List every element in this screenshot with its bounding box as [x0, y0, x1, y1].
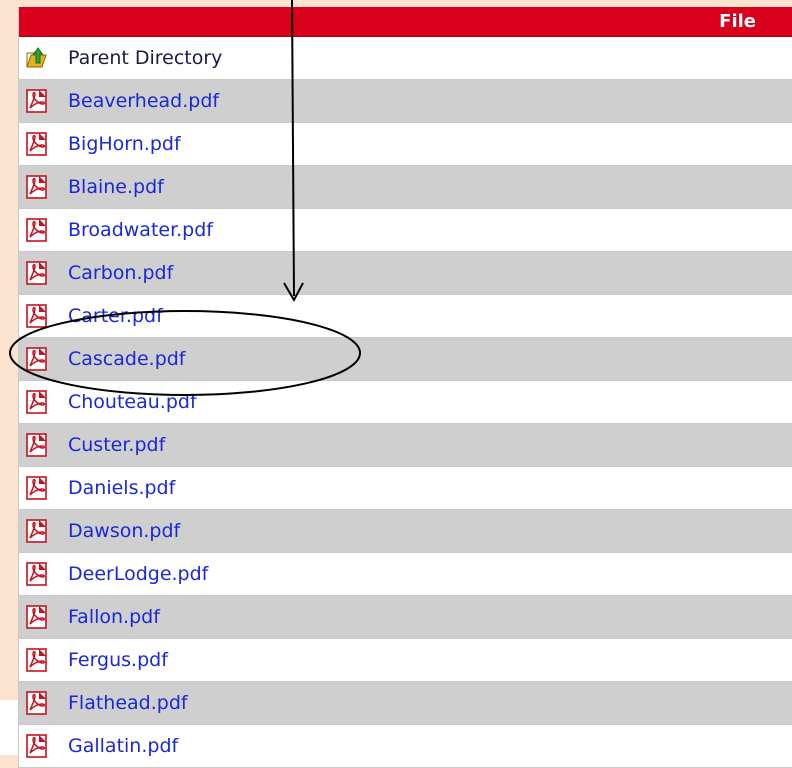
file-link[interactable]: Blaine.pdf: [68, 176, 164, 198]
file-row[interactable]: Dawson.pdf: [19, 510, 792, 553]
file-link[interactable]: Custer.pdf: [68, 434, 165, 456]
pdf-icon[interactable]: [24, 175, 50, 199]
file-link[interactable]: Gallatin.pdf: [68, 735, 178, 757]
file-list: Parent Directory Beaverhead.pdf BigHorn.pd…: [19, 37, 792, 768]
file-link[interactable]: Chouteau.pdf: [68, 391, 197, 413]
file-link[interactable]: Fallon.pdf: [68, 606, 160, 628]
file-row[interactable]: Gallatin.pdf: [19, 725, 792, 768]
file-link[interactable]: Cascade.pdf: [68, 348, 186, 370]
file-column-header[interactable]: File: [719, 11, 756, 32]
file-link[interactable]: Carbon.pdf: [68, 262, 173, 284]
file-row[interactable]: Carter.pdf: [19, 295, 792, 338]
file-link[interactable]: BigHorn.pdf: [68, 133, 181, 155]
pdf-icon[interactable]: [24, 390, 50, 414]
pdf-icon[interactable]: [24, 218, 50, 242]
file-row[interactable]: Chouteau.pdf: [19, 381, 792, 424]
file-link[interactable]: Dawson.pdf: [68, 520, 180, 542]
file-row[interactable]: Custer.pdf: [19, 424, 792, 467]
pdf-icon[interactable]: [24, 433, 50, 457]
file-link[interactable]: DeerLodge.pdf: [68, 563, 208, 585]
file-row[interactable]: Broadwater.pdf: [19, 209, 792, 252]
file-link[interactable]: Beaverhead.pdf: [68, 90, 219, 112]
pdf-icon[interactable]: [24, 648, 50, 672]
pdf-icon[interactable]: [24, 347, 50, 371]
pdf-icon[interactable]: [24, 89, 50, 113]
file-row[interactable]: Cascade.pdf: [19, 338, 792, 381]
file-row[interactable]: Blaine.pdf: [19, 166, 792, 209]
file-link[interactable]: Broadwater.pdf: [68, 219, 213, 241]
file-link[interactable]: Flathead.pdf: [68, 692, 188, 714]
pdf-icon[interactable]: [24, 691, 50, 715]
parent-directory-row[interactable]: Parent Directory: [19, 37, 792, 80]
table-header: File: [19, 7, 792, 37]
file-row[interactable]: Beaverhead.pdf: [19, 80, 792, 123]
pdf-icon[interactable]: [24, 476, 50, 500]
file-row[interactable]: Fallon.pdf: [19, 596, 792, 639]
pdf-icon[interactable]: [24, 519, 50, 543]
parent-directory-link[interactable]: Parent Directory: [68, 47, 222, 69]
file-listing-table: File Parent Directory Beaverhead.pdf BigHo…: [18, 7, 792, 768]
pdf-icon[interactable]: [24, 562, 50, 586]
pdf-icon[interactable]: [24, 605, 50, 629]
file-row[interactable]: Daniels.pdf: [19, 467, 792, 510]
file-row[interactable]: DeerLodge.pdf: [19, 553, 792, 596]
parent-folder-icon[interactable]: [24, 46, 50, 70]
file-link[interactable]: Carter.pdf: [68, 305, 163, 327]
file-row[interactable]: Flathead.pdf: [19, 682, 792, 725]
page-margin: [0, 700, 18, 755]
pdf-icon[interactable]: [24, 734, 50, 758]
pdf-icon[interactable]: [24, 261, 50, 285]
screenshot: File Parent Directory Beaverhead.pdf BigHo…: [0, 0, 792, 768]
pdf-icon[interactable]: [24, 304, 50, 328]
file-link[interactable]: Daniels.pdf: [68, 477, 175, 499]
file-row[interactable]: Fergus.pdf: [19, 639, 792, 682]
pdf-icon[interactable]: [24, 132, 50, 156]
file-link[interactable]: Fergus.pdf: [68, 649, 168, 671]
file-row[interactable]: BigHorn.pdf: [19, 123, 792, 166]
file-row[interactable]: Carbon.pdf: [19, 252, 792, 295]
